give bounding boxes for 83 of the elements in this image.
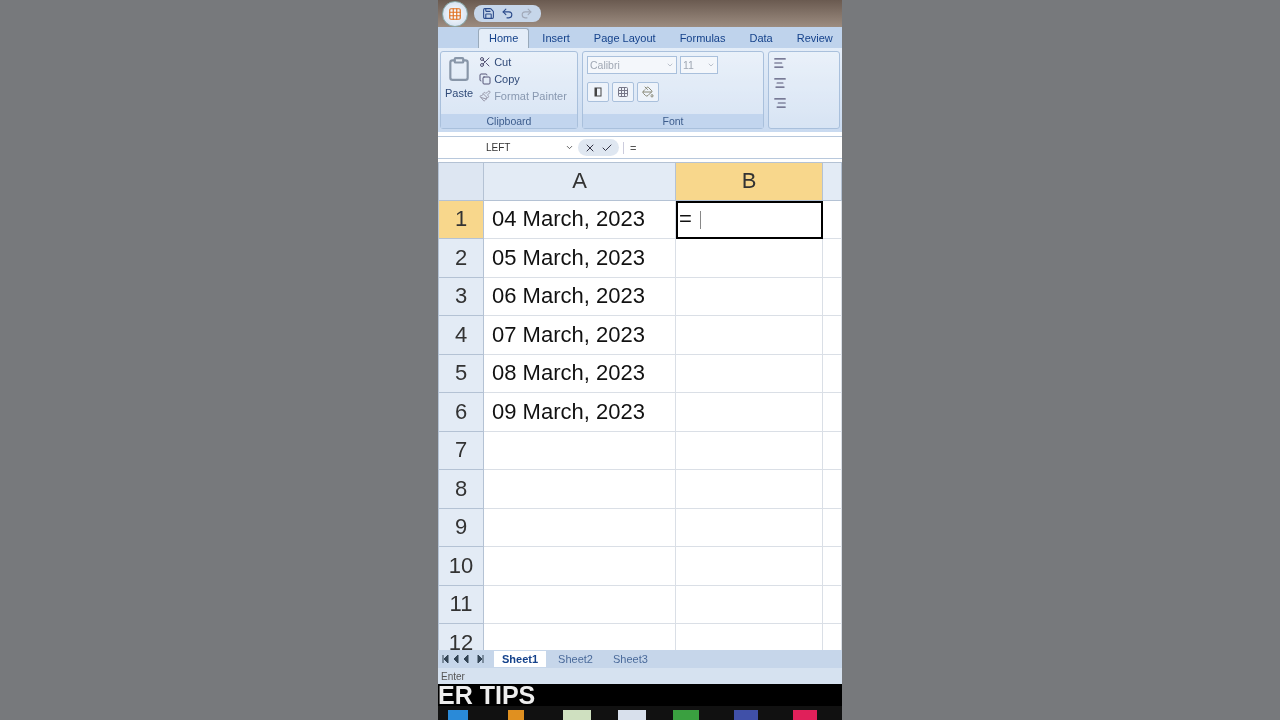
sheet-tab[interactable]: Sheet2 (550, 651, 601, 667)
table-cell[interactable] (823, 277, 842, 316)
row-header[interactable]: 9 (438, 508, 484, 547)
group-label: Font (583, 114, 763, 128)
table-cell[interactable] (823, 354, 842, 393)
table-cell[interactable] (484, 508, 676, 547)
row-header[interactable]: 4 (438, 316, 484, 355)
cut-button[interactable]: Cut (479, 56, 567, 68)
scissors-icon (479, 56, 492, 68)
table-cell[interactable] (823, 316, 842, 355)
table-cell[interactable] (676, 239, 823, 278)
redo-icon[interactable] (520, 7, 533, 20)
table-cell[interactable]: = (676, 200, 823, 239)
paint-bucket-icon (642, 86, 654, 98)
ribbon-tab[interactable]: Insert (531, 28, 581, 48)
formula-field[interactable]: = (623, 141, 637, 154)
ribbon-tab[interactable]: Home (478, 28, 530, 48)
column-header[interactable]: B (676, 162, 823, 201)
table-cell[interactable] (823, 508, 842, 547)
table-cell[interactable] (823, 239, 842, 278)
row-header[interactable]: 10 (438, 547, 484, 586)
table-cell[interactable] (676, 547, 823, 586)
table-cell[interactable] (823, 585, 842, 624)
table-cell[interactable] (676, 277, 823, 316)
row-header[interactable]: 6 (438, 393, 484, 432)
row-header[interactable]: 1 (438, 200, 484, 239)
fill-color-button[interactable] (637, 82, 659, 102)
table-cell[interactable] (676, 508, 823, 547)
table-cell[interactable]: 05 March, 2023 (484, 239, 676, 278)
row-header[interactable]: 11 (438, 585, 484, 624)
table-cell[interactable]: 07 March, 2023 (484, 316, 676, 355)
sheet-tab[interactable]: Sheet3 (604, 651, 656, 667)
sheet-tab[interactable]: Sheet1 (494, 651, 547, 667)
paste-button[interactable]: Paste (445, 87, 474, 99)
caption-text: ER TIPS (438, 684, 536, 706)
table-cell[interactable] (676, 585, 823, 624)
table-cell[interactable] (484, 470, 676, 509)
row-header[interactable]: 7 (438, 431, 484, 470)
borders-button[interactable] (612, 82, 634, 102)
table-cell[interactable] (823, 470, 842, 509)
group-label: Clipboard (441, 114, 577, 128)
copy-button[interactable]: Copy (479, 73, 567, 85)
select-all-corner[interactable] (438, 162, 484, 201)
align-left-icon[interactable] (773, 56, 787, 70)
table-cell[interactable]: 06 March, 2023 (484, 277, 676, 316)
ribbon-tab[interactable]: Formulas (668, 28, 737, 48)
table-cell[interactable] (676, 431, 823, 470)
row-header[interactable]: 5 (438, 354, 484, 393)
ribbon-tab[interactable]: Data (738, 28, 784, 48)
column-header[interactable]: A (484, 162, 676, 201)
table-cell[interactable] (484, 431, 676, 470)
borders-icon (617, 86, 629, 98)
bold-button[interactable] (587, 82, 609, 102)
table-cell[interactable] (676, 470, 823, 509)
column-header[interactable] (823, 162, 842, 201)
table-cell[interactable] (484, 547, 676, 586)
undo-icon[interactable] (501, 7, 514, 20)
align-right-icon[interactable] (773, 96, 787, 110)
row-header[interactable]: 8 (438, 470, 484, 509)
table-cell[interactable]: 08 March, 2023 (484, 354, 676, 393)
table-cell[interactable] (823, 393, 842, 432)
table-cell[interactable]: 04 March, 2023 (484, 200, 676, 239)
office-button[interactable] (442, 0, 468, 27)
row-header[interactable]: 12 (438, 624, 484, 650)
ribbon-tab[interactable]: Review (785, 28, 842, 48)
table-cell[interactable] (676, 316, 823, 355)
row-header[interactable]: 2 (438, 239, 484, 278)
table-cell[interactable] (823, 431, 842, 470)
table-cell[interactable] (823, 547, 842, 586)
copy-icon (479, 73, 492, 85)
status-text: Enter (441, 670, 465, 682)
office-logo-icon (448, 6, 462, 21)
table-cell[interactable] (676, 354, 823, 393)
save-icon[interactable] (482, 7, 495, 20)
name-box[interactable]: LEFT (438, 142, 574, 153)
table-cell[interactable] (823, 200, 842, 239)
paintbrush-icon (479, 90, 492, 102)
table-cell[interactable] (676, 393, 823, 432)
ribbon-tab[interactable]: Page Layout (582, 28, 667, 48)
row-header[interactable]: 3 (438, 277, 484, 316)
table-cell[interactable]: 09 March, 2023 (484, 393, 676, 432)
table-cell[interactable] (484, 585, 676, 624)
align-center-icon[interactable] (773, 76, 787, 90)
